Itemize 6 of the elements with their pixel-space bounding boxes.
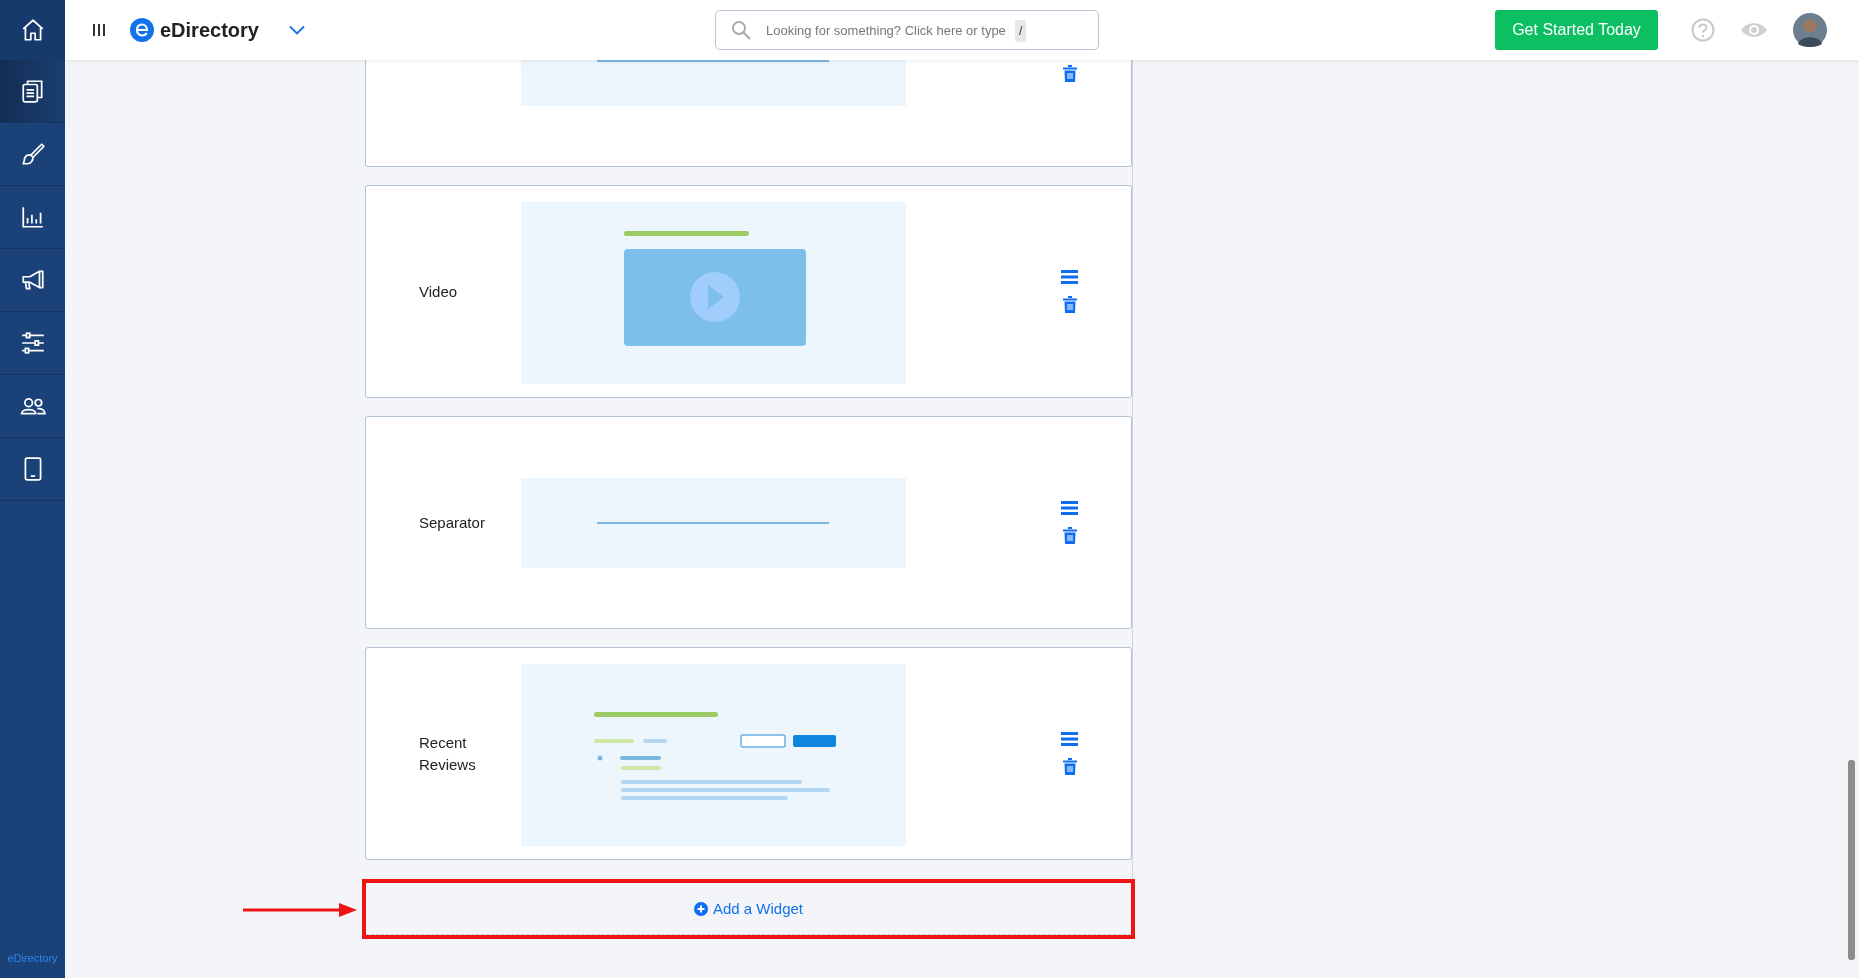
get-started-button[interactable]: Get Started Today	[1495, 10, 1658, 50]
sidebar-footer-brand: eDirectory	[6, 952, 59, 966]
widget-name: Video	[419, 281, 459, 302]
brand-name: eDirectory	[160, 18, 259, 42]
widget-name: Recent Reviews	[419, 732, 477, 775]
widget-name: Separator	[419, 512, 486, 533]
